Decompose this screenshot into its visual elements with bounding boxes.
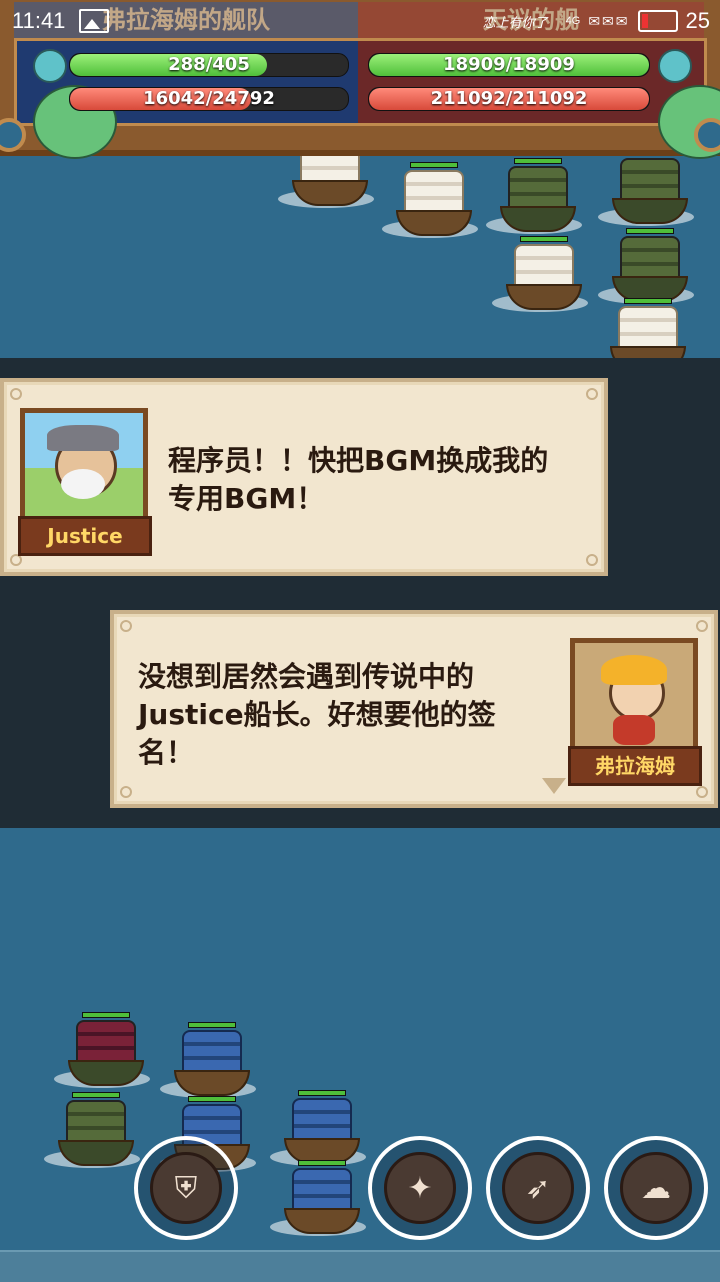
battery-level: 25 xyxy=(685,8,710,33)
burst-icon: ✦ xyxy=(384,1152,456,1224)
enemy-ghost-ship[interactable] xyxy=(486,158,582,236)
enemy-hull-value: 211092/211092 xyxy=(430,88,588,109)
enemy-fleet-panel: 18909/18909 211092/211092 xyxy=(358,38,720,159)
justice-portrait xyxy=(20,408,148,528)
skill-button-shield[interactable]: ⛨ xyxy=(134,1136,238,1240)
player-hull-value: 16042/24792 xyxy=(143,88,275,109)
shield-icon: ⛨ xyxy=(150,1152,222,1224)
enemy-crew-value: 18909/18909 xyxy=(443,54,575,75)
player-crew-bar: 288/405 xyxy=(69,53,349,77)
enemy-hull-bar: 211092/211092 xyxy=(368,87,650,111)
skill-button-sheep[interactable]: ☁ xyxy=(604,1136,708,1240)
player-flagship[interactable] xyxy=(54,1012,150,1090)
status-bar: 11:41 恋上有你了 4G ✉✉✉ 25 xyxy=(0,0,720,42)
continue-arrow-icon[interactable] xyxy=(542,778,566,794)
player-hull-bar: 16042/24792 xyxy=(69,87,349,111)
brand-watermark: 恋上有你了 xyxy=(482,15,548,31)
skill-button-burst[interactable]: ✦ xyxy=(368,1136,472,1240)
dialog-text-hero: 没想到居然会遇到传说中的Justice船长。好想要他的签名！ xyxy=(138,660,496,769)
player-crew-value: 288/405 xyxy=(168,54,250,75)
notification-icons: ✉✉✉ xyxy=(588,12,630,29)
player-ship[interactable] xyxy=(160,1022,256,1100)
crew-icon xyxy=(658,49,692,83)
player-ship[interactable] xyxy=(270,1090,366,1168)
skill-button-wolf[interactable]: ➶ xyxy=(486,1136,590,1240)
enemy-ghost-ship[interactable] xyxy=(598,150,694,228)
hero-portrait xyxy=(570,638,698,758)
enemy-ghost-ship[interactable] xyxy=(598,228,694,306)
player-ghost-ship[interactable] xyxy=(44,1092,140,1170)
speaker-nameplate-justice: Justice xyxy=(18,516,152,556)
hud-corner-ornament xyxy=(694,118,720,152)
signal-label: 4G xyxy=(565,15,581,27)
battery-icon xyxy=(637,10,678,32)
dialog-box-hero[interactable]: 没想到居然会遇到传说中的Justice船长。好想要他的签名！ 弗拉海姆 xyxy=(110,610,718,808)
sheep-icon: ☁ xyxy=(620,1152,692,1224)
speaker-nameplate-hero: 弗拉海姆 xyxy=(568,746,702,786)
enemy-ship[interactable] xyxy=(492,236,588,314)
player-ship[interactable] xyxy=(270,1160,366,1238)
enemy-ship[interactable] xyxy=(382,162,478,240)
enemy-crew-bar: 18909/18909 xyxy=(368,53,650,77)
clock: 11:41 xyxy=(12,8,66,33)
bottom-edge xyxy=(0,1250,720,1282)
dialog-box-justice[interactable]: Justice 程序员！！快把BGM换成我的专用BGM！ xyxy=(0,378,608,576)
crew-icon xyxy=(33,49,67,83)
player-fleet-panel: 288/405 16042/24792 xyxy=(14,38,361,159)
dialog-text-justice: 程序员！！快把BGM换成我的专用BGM！ xyxy=(168,444,549,515)
wolf-icon: ➶ xyxy=(502,1152,574,1224)
image-notification-icon xyxy=(79,9,110,33)
